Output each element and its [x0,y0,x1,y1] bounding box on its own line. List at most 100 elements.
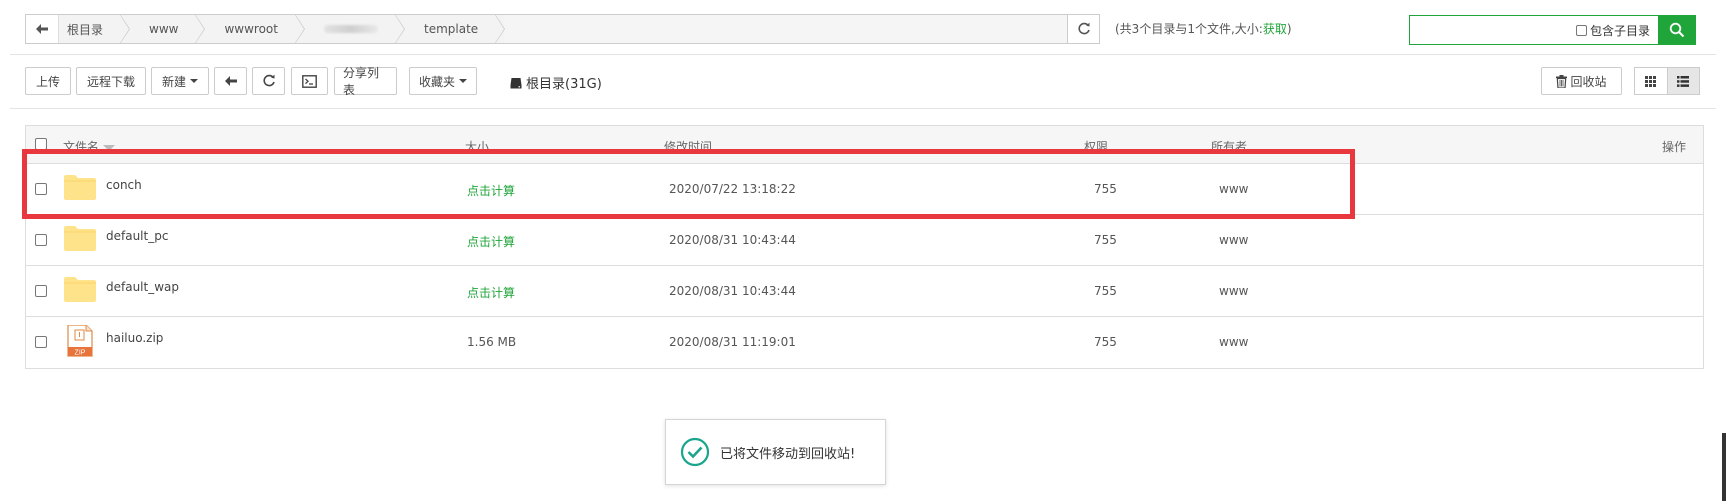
breadcrumb-label: template [423,22,479,36]
select-all-checkbox[interactable] [35,138,47,150]
table-row[interactable]: default_pc 点击计算 2020/08/31 10:43:44 755 … [26,215,1703,266]
header-owner[interactable]: 所有者 [1211,138,1247,155]
terminal-button[interactable] [291,67,328,95]
breadcrumb-template[interactable]: template [403,14,506,44]
upload-button[interactable]: 上传 [25,67,71,95]
permission[interactable]: 755 [1094,284,1117,298]
search-box: 包含子目录 [1409,15,1696,45]
table-row[interactable]: conch 点击计算 2020/07/22 13:18:22 755 www [26,164,1703,215]
summary-text: (共3个目录与1个文件,大小: [1115,22,1263,36]
divider [10,108,1716,109]
remote-download-label: 远程下载 [86,74,135,89]
file-table: 文件名 大小 修改时间 权限 所有者 操作 conch 点击计算 2020/07… [25,125,1704,369]
svg-text:ZIP: ZIP [75,350,86,357]
sort-caret-icon [103,144,116,151]
refresh-button[interactable] [252,67,285,95]
folder-icon [64,226,96,251]
folder-icon [64,277,96,302]
permission[interactable]: 755 [1094,233,1117,247]
calc-size-link[interactable]: 点击计算 [467,233,515,250]
back-arrow-icon[interactable] [26,15,59,43]
row-checkbox[interactable] [35,285,47,297]
owner[interactable]: www [1219,233,1248,247]
file-size: 1.56 MB [467,335,517,349]
search-input[interactable] [1410,16,1576,44]
table-row[interactable]: default_wap 点击计算 2020/08/31 10:43:44 755… [26,266,1703,317]
path-bar: 根目录 www wwwroot template [25,14,1100,44]
search-icon [1669,22,1684,38]
calc-size-link[interactable]: 点击计算 [467,182,515,199]
table-header: 文件名 大小 修改时间 权限 所有者 操作 [26,126,1703,164]
table-row[interactable]: ZIP hailuo.zip 1.56 MB 2020/08/31 11:19:… [26,317,1703,368]
check-circle-icon [680,437,710,467]
caret-down-icon [190,79,198,83]
row-checkbox[interactable] [35,234,47,246]
view-toggle [1634,67,1700,95]
favorites-label: 收藏夹 [418,74,455,89]
get-size-link[interactable]: 获取 [1263,22,1287,36]
file-name[interactable]: default_wap [106,280,179,294]
recycle-bin-label: 回收站 [1570,74,1607,89]
go-back-button[interactable] [214,67,247,95]
file-name[interactable]: conch [106,178,142,192]
redacted-text [323,25,378,33]
breadcrumb-root[interactable]: 根目录 [59,14,131,44]
include-subdir-checkbox[interactable] [1575,24,1587,36]
scrollbar[interactable] [1722,433,1726,501]
divider [10,54,1716,55]
favorites-button[interactable]: 收藏夹 [409,67,477,95]
share-list-label: 分享列表 [343,66,380,97]
list-icon [1677,75,1690,87]
refresh-icon [262,74,275,87]
permission[interactable]: 755 [1094,335,1117,349]
zip-file-icon: ZIP [67,325,93,357]
new-label: 新建 [161,74,186,89]
trash-icon [1556,74,1568,88]
list-view-button[interactable] [1666,68,1699,94]
new-button[interactable]: 新建 [151,67,209,95]
row-checkbox[interactable] [35,336,47,348]
breadcrumb-label: www [149,22,179,36]
back-arrow-icon [224,76,237,86]
disk-label: 根目录(31G) [526,77,602,92]
owner[interactable]: www [1219,182,1248,196]
owner[interactable]: www [1219,284,1248,298]
terminal-icon [302,74,317,88]
breadcrumb-label: 根目录 [67,22,104,37]
header-name-label: 文件名 [63,140,100,154]
header-permission[interactable]: 权限 [1084,138,1108,155]
upload-label: 上传 [35,74,60,89]
owner[interactable]: www [1219,335,1248,349]
breadcrumb-www[interactable]: www [129,14,206,44]
permission[interactable]: 755 [1094,182,1117,196]
header-name[interactable]: 文件名 [63,138,116,155]
include-subdir-option[interactable]: 包含子目录 [1575,16,1658,44]
file-name[interactable]: default_pc [106,229,168,243]
path-input-area[interactable] [504,15,1067,43]
directory-summary: (共3个目录与1个文件,大小:获取) [1115,20,1292,37]
header-operations: 操作 [1662,140,1687,154]
breadcrumb-redacted[interactable] [303,14,405,44]
modified-time: 2020/08/31 11:19:01 [669,335,796,349]
breadcrumb-label: wwwroot [224,22,278,36]
toast-notification: 已将文件移动到回收站! [665,419,886,485]
include-subdir-label: 包含子目录 [1589,23,1650,38]
folder-icon [64,175,96,200]
search-button[interactable] [1658,16,1695,44]
breadcrumb-wwwroot[interactable]: wwwroot [204,14,305,44]
recycle-bin-button[interactable]: 回收站 [1541,67,1622,95]
share-list-button[interactable]: 分享列表 [334,66,397,97]
grid-icon [1645,75,1657,87]
header-modified[interactable]: 修改时间 [664,138,712,155]
header-size[interactable]: 大小 [465,138,489,155]
calc-size-link[interactable]: 点击计算 [467,284,515,301]
disk-selector[interactable]: 根目录(31G) [510,73,602,92]
modified-time: 2020/08/31 10:43:44 [669,233,796,247]
toast-message: 已将文件移动到回收站! [720,446,856,462]
modified-time: 2020/07/22 13:18:22 [669,182,796,196]
remote-download-button[interactable]: 远程下载 [76,67,146,95]
refresh-icon[interactable] [1067,15,1099,43]
grid-view-button[interactable] [1635,68,1667,94]
row-checkbox[interactable] [35,183,47,195]
file-name[interactable]: hailuo.zip [106,331,163,345]
